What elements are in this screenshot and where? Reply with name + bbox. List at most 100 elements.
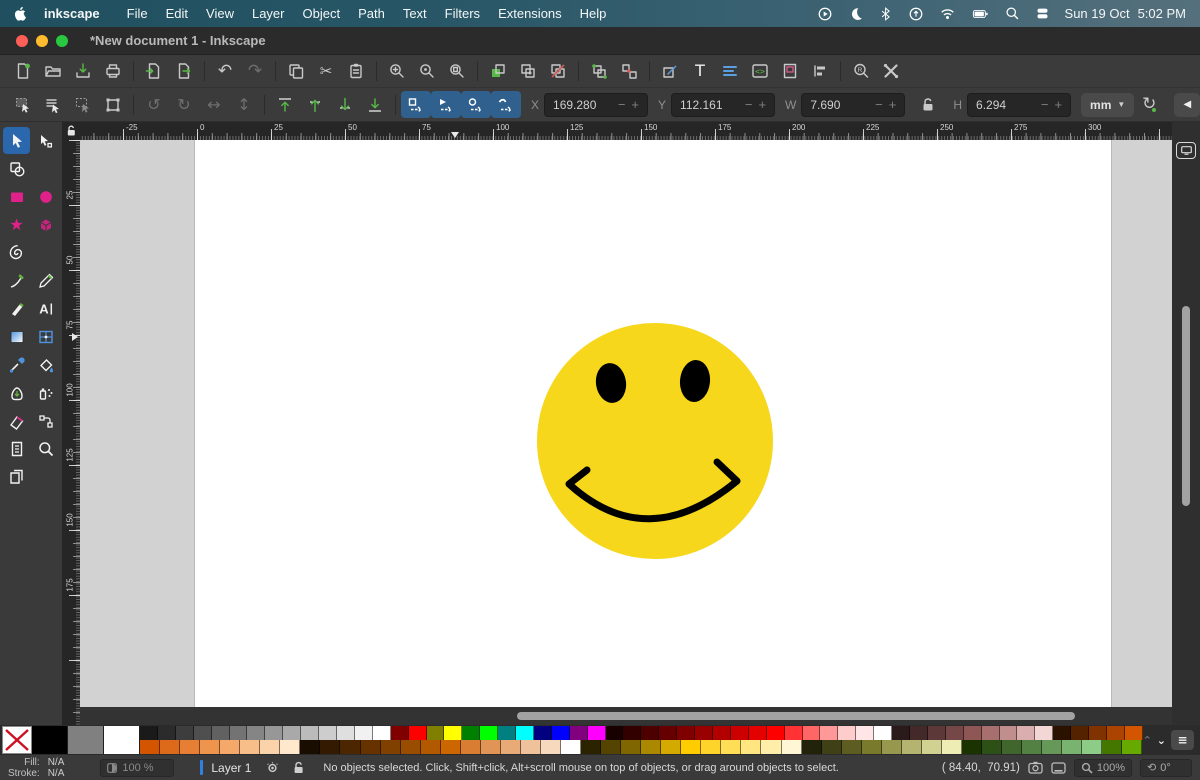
raise-to-top-button[interactable] xyxy=(270,91,300,118)
swatch-ffe8cb[interactable] xyxy=(280,740,301,754)
battery-icon[interactable] xyxy=(971,6,990,22)
w-value-input[interactable]: 7.690 − + xyxy=(801,92,906,117)
move-gradient-button[interactable] xyxy=(431,91,461,118)
swatch-daaeae[interactable] xyxy=(1017,726,1036,740)
swatch-d4aa00[interactable] xyxy=(661,740,682,754)
save-document-button[interactable] xyxy=(68,58,98,85)
swatch-ffffff[interactable] xyxy=(104,726,140,754)
swatch-7a7a2c[interactable] xyxy=(861,740,882,754)
horizontal-scrollbar[interactable] xyxy=(517,712,1075,720)
swatch-331a00[interactable] xyxy=(320,740,341,754)
swatch-4f4f4f[interactable] xyxy=(193,726,212,740)
swatch-803300[interactable] xyxy=(1089,726,1107,740)
display-adjustment-button[interactable] xyxy=(1176,142,1196,159)
export-area-icon[interactable] xyxy=(1028,761,1043,774)
swatch-f8be8a[interactable] xyxy=(240,740,261,754)
swatch-737373[interactable] xyxy=(229,726,248,740)
swatch-979797[interactable] xyxy=(265,726,284,740)
swatch-ff9999[interactable] xyxy=(820,726,839,740)
canvas[interactable] xyxy=(80,140,1172,725)
rotate-ccw-button[interactable]: ↺ xyxy=(139,91,169,118)
swatch-aa4400[interactable] xyxy=(1106,726,1125,740)
swatch-808000[interactable] xyxy=(426,726,445,740)
swatch-7f0000[interactable] xyxy=(677,726,696,740)
swatch-663300[interactable] xyxy=(360,740,381,754)
palette-scroll-up-icon[interactable]: ⌃ xyxy=(1143,735,1152,746)
preferences-button[interactable] xyxy=(876,58,906,85)
undo-button[interactable]: ↶ xyxy=(210,58,240,85)
unlink-clone-button[interactable] xyxy=(543,58,573,85)
spiral-tool[interactable] xyxy=(3,239,30,266)
swatch-eeeeb4[interactable] xyxy=(941,740,962,754)
bluetooth-icon[interactable] xyxy=(879,6,893,22)
window-titlebar[interactable]: *New document 1 - Inkscape xyxy=(0,27,1200,55)
fit-page-icon[interactable] xyxy=(1051,761,1066,774)
swatch-b25900[interactable] xyxy=(420,740,441,754)
decrement-button[interactable]: − xyxy=(615,97,629,112)
swatch-ffeeaa[interactable] xyxy=(761,740,782,754)
align-text-button[interactable] xyxy=(715,58,745,85)
swatch-d45500[interactable] xyxy=(1124,726,1143,740)
zoom-page-button[interactable] xyxy=(442,58,472,85)
ellipse-tool[interactable] xyxy=(32,183,59,210)
swatch-008080[interactable] xyxy=(498,726,517,740)
collapse-panel-button[interactable]: ◀ xyxy=(1174,92,1200,117)
swatch-5d5d21[interactable] xyxy=(841,740,862,754)
swatch-ffe5e5[interactable] xyxy=(856,726,875,740)
swatch-994d00[interactable] xyxy=(400,740,421,754)
swatch-ff0000[interactable] xyxy=(766,726,785,740)
raise-button[interactable] xyxy=(300,91,330,118)
eraser-tool[interactable] xyxy=(3,407,30,434)
swatch-800080[interactable] xyxy=(569,726,588,740)
swatch-e09455[interactable] xyxy=(480,740,501,754)
increment-button[interactable]: + xyxy=(886,97,900,112)
swatch-ffcccc[interactable] xyxy=(838,726,857,740)
calligraphy-tool[interactable] xyxy=(3,295,30,322)
rect-tool[interactable] xyxy=(3,183,30,210)
swatch-806600[interactable] xyxy=(621,740,642,754)
increment-button[interactable]: + xyxy=(628,97,642,112)
select-all-layers-button[interactable] xyxy=(38,91,68,118)
swatch-efc29b[interactable] xyxy=(520,740,541,754)
swatch-538043[interactable] xyxy=(1022,740,1043,754)
swatch-66aa00[interactable] xyxy=(1122,740,1143,754)
swatch-8f5656[interactable] xyxy=(963,726,982,740)
swatch-fff6d5[interactable] xyxy=(781,740,802,754)
menubar-clock[interactable]: Sun 19 Oct 5:02 PM xyxy=(1065,6,1186,21)
zoom-selection-button[interactable] xyxy=(382,58,412,85)
swatch-404016[interactable] xyxy=(821,740,842,754)
swatch-fbd3aa[interactable] xyxy=(260,740,281,754)
swatch-bbbbbb[interactable] xyxy=(301,726,320,740)
swatch-2b1100[interactable] xyxy=(1053,726,1072,740)
shape-builder-tool[interactable] xyxy=(3,155,30,182)
smiley-face[interactable] xyxy=(537,323,773,559)
menu-item-file[interactable]: File xyxy=(118,6,157,21)
swatch-b20000[interactable] xyxy=(713,726,731,740)
zoom-window-button[interactable] xyxy=(56,34,68,47)
swatch-616161[interactable] xyxy=(211,726,230,740)
print-button[interactable] xyxy=(98,58,128,85)
swatch-000000[interactable] xyxy=(32,726,68,754)
swatch-808080[interactable] xyxy=(68,726,104,754)
wifi-icon[interactable] xyxy=(939,6,956,22)
y-value-input[interactable]: 112.161 − + xyxy=(671,92,776,117)
swatch-552200[interactable] xyxy=(1071,726,1090,740)
group-objects-button[interactable] xyxy=(584,58,614,85)
swatch-dd6a1a[interactable] xyxy=(160,740,181,754)
star-tool[interactable]: ★ xyxy=(3,211,30,238)
menu-item-path[interactable]: Path xyxy=(349,6,394,21)
paste-button[interactable] xyxy=(341,58,371,85)
opacity-field[interactable]: 100 % xyxy=(100,758,175,777)
decrement-button[interactable]: − xyxy=(742,97,756,112)
export-button[interactable] xyxy=(169,58,199,85)
node-tool[interactable] xyxy=(32,127,59,154)
swatch-97974e[interactable] xyxy=(881,740,902,754)
h-value-input[interactable]: 6.294 − + xyxy=(967,92,1072,117)
deselect-button[interactable] xyxy=(68,91,98,118)
swatch-ff0000[interactable] xyxy=(408,726,427,740)
swatch-4c0000[interactable] xyxy=(641,726,660,740)
flip-horizontal-button[interactable]: ↔ xyxy=(199,91,229,118)
swatch-cc0000[interactable] xyxy=(730,726,749,740)
swatch-2b2200[interactable] xyxy=(581,740,602,754)
swatch-ffe680[interactable] xyxy=(741,740,762,754)
